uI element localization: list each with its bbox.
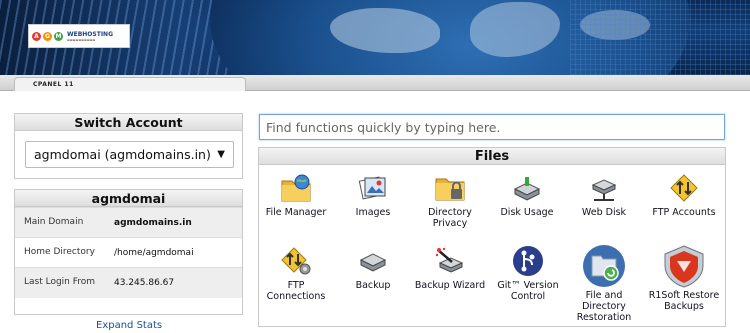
ftp-accounts-button[interactable]: FTP Accounts: [644, 171, 724, 218]
stat-value: 43.245.86.67: [105, 267, 242, 298]
r1soft-restore-backups-label: R1Soft Restore Backups: [648, 290, 720, 312]
ftp-connections-label: FTP Connections: [266, 280, 326, 302]
files-title: Files: [259, 148, 725, 165]
brand-logo[interactable]: A G M WEBHOSTING ▬▬▬▬▬▬▬▬▬▬: [28, 24, 130, 48]
logo-letter-g: G: [43, 31, 52, 41]
backup-wizard-button[interactable]: Backup Wizard: [413, 244, 487, 291]
images-icon: [355, 171, 391, 205]
stats-table: Main Domain agmdomains.in Home Directory…: [15, 207, 242, 298]
file-manager-label: File Manager: [265, 207, 327, 218]
r1soft-restore-backups-button[interactable]: R1Soft Restore Backups: [644, 244, 724, 312]
ftp-accounts-label: FTP Accounts: [652, 207, 716, 218]
table-row: Main Domain agmdomains.in: [15, 207, 242, 238]
disk-usage-icon: [509, 171, 545, 205]
search-input[interactable]: [259, 114, 725, 140]
stat-value: /home/agmdomai: [105, 237, 242, 268]
backup-wizard-icon: [432, 244, 468, 278]
file-directory-restoration-label: File and Directory Restoration: [576, 290, 632, 323]
directory-privacy-label: Directory Privacy: [428, 207, 472, 229]
table-row: Home Directory /home/agmdomai: [15, 237, 242, 268]
account-stats-panel: agmdomai Main Domain agmdomains.in Home …: [14, 189, 243, 315]
restore-icon: [581, 244, 627, 288]
chevron-down-icon: ▼: [217, 149, 225, 160]
table-row: Last Login From 43.245.86.67: [15, 267, 242, 298]
file-directory-restoration-button[interactable]: File and Directory Restoration: [567, 244, 641, 323]
tab-cpanel[interactable]: CPANEL 11: [14, 77, 246, 91]
stat-value: agmdomains.in: [105, 207, 242, 238]
backup-icon: [355, 244, 391, 278]
logo-text: WEBHOSTING: [67, 30, 114, 38]
git-icon: [510, 244, 546, 278]
web-disk-button[interactable]: Web Disk: [567, 171, 641, 218]
expand-stats-link[interactable]: Expand Stats: [96, 320, 162, 331]
git-version-control-button[interactable]: Git™ Version Control: [490, 244, 566, 302]
backup-button[interactable]: Backup: [336, 244, 410, 291]
ftp-accounts-icon: [666, 171, 702, 205]
stat-label: Main Domain: [15, 207, 105, 238]
ftp-connections-button[interactable]: FTP Connections: [259, 244, 333, 302]
images-label: Images: [355, 207, 391, 218]
ftp-connections-icon: [278, 244, 314, 278]
disk-usage-label: Disk Usage: [500, 207, 554, 218]
folder-globe-icon: [278, 171, 314, 205]
web-disk-icon: [586, 171, 622, 205]
disk-usage-button[interactable]: Disk Usage: [490, 171, 564, 218]
account-select[interactable]: agmdomai (agmdomains.in) ▼: [25, 141, 234, 168]
web-disk-label: Web Disk: [581, 207, 627, 218]
switch-account-panel: Switch Account agmdomai (agmdomains.in) …: [14, 113, 243, 179]
logo-letter-a: A: [32, 31, 41, 41]
stat-label: Last Login From: [15, 267, 105, 298]
file-manager-button[interactable]: File Manager: [259, 171, 333, 218]
stat-label: Home Directory: [15, 237, 105, 268]
backup-wizard-label: Backup Wizard: [414, 280, 486, 291]
switch-account-title: Switch Account: [15, 114, 242, 131]
logo-letter-m: M: [54, 31, 63, 41]
folder-lock-icon: [432, 171, 468, 205]
r1soft-icon: [661, 244, 707, 288]
backup-label: Backup: [355, 280, 391, 291]
tab-strip: CPANEL 11: [0, 75, 750, 91]
header-banner: A G M WEBHOSTING ▬▬▬▬▬▬▬▬▬▬: [0, 0, 750, 75]
git-version-control-label: Git™ Version Control: [497, 280, 559, 302]
directory-privacy-button[interactable]: Directory Privacy: [413, 171, 487, 229]
files-panel: Files File Manager Images Directory Priv…: [258, 147, 726, 327]
account-select-value: agmdomai (agmdomains.in): [34, 147, 211, 162]
images-button[interactable]: Images: [336, 171, 410, 218]
account-name: agmdomai: [15, 190, 242, 207]
